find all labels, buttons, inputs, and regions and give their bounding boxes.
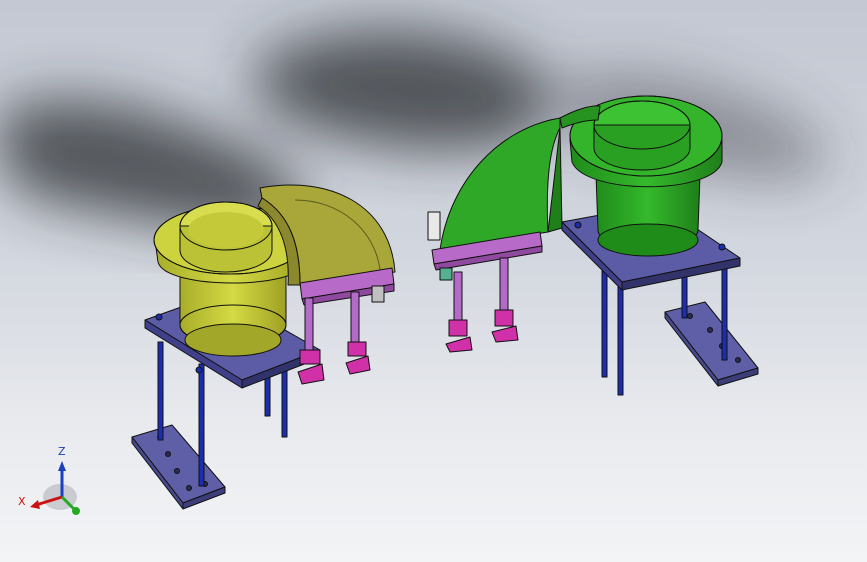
triad-graphic <box>30 461 80 515</box>
x-axis-label: X <box>18 495 26 508</box>
right-base-plate[interactable] <box>664 301 759 387</box>
left-base-plate[interactable] <box>131 424 226 510</box>
z-axis-label: Z <box>58 445 66 458</box>
cad-viewport[interactable]: Z X <box>0 0 867 562</box>
right-chute-supports[interactable] <box>445 257 519 353</box>
left-feeder-assembly[interactable] <box>131 184 396 510</box>
left-chute-supports[interactable] <box>297 285 385 385</box>
orientation-triad[interactable]: Z X <box>14 445 94 525</box>
model-scene[interactable] <box>0 0 867 562</box>
